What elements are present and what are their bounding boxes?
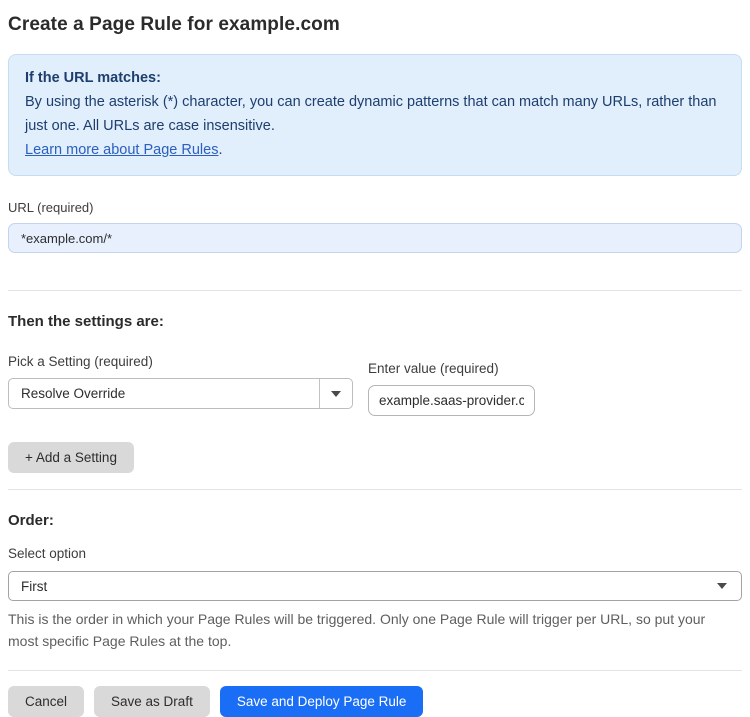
setting-select-arrow-button[interactable]: [319, 379, 352, 408]
url-match-info-box: If the URL matches: By using the asteris…: [8, 54, 742, 176]
setting-row: Pick a Setting (required) Resolve Overri…: [8, 354, 742, 416]
caret-down-icon: [331, 390, 341, 397]
footer-divider: [8, 670, 742, 671]
order-section-heading: Order:: [8, 512, 54, 529]
setting-value-label: Enter value (required): [368, 361, 499, 376]
order-help-text: This is the order in which your Page Rul…: [8, 611, 706, 649]
caret-down-icon: [717, 583, 727, 589]
learn-more-link[interactable]: Learn more about Page Rules: [25, 142, 218, 158]
setting-value-input[interactable]: [368, 385, 535, 416]
info-box-link-line: Learn more about Page Rules.: [25, 138, 725, 162]
section-divider: [8, 290, 742, 291]
page-rule-form: Create a Page Rule for example.com If th…: [0, 0, 750, 717]
section-divider: [8, 489, 742, 490]
url-input[interactable]: [8, 223, 742, 253]
setting-select[interactable]: Resolve Override: [8, 378, 353, 409]
setting-picker-column: Pick a Setting (required) Resolve Overri…: [8, 354, 353, 416]
order-select-label: Select option: [8, 546, 87, 561]
settings-section-heading: Then the settings are:: [8, 313, 164, 330]
url-field-label: URL (required): [8, 200, 94, 215]
page-title: Create a Page Rule for example.com: [8, 14, 340, 35]
info-box-heading: If the URL matches:: [25, 70, 161, 86]
order-select[interactable]: First: [8, 571, 742, 601]
setting-picker-label: Pick a Setting (required): [8, 354, 153, 369]
link-suffix: .: [218, 142, 223, 158]
add-setting-button[interactable]: + Add a Setting: [8, 442, 134, 473]
info-box-body: By using the asterisk (*) character, you…: [25, 94, 717, 134]
order-select-value: First: [21, 578, 48, 594]
setting-select-value: Resolve Override: [21, 386, 126, 401]
setting-value-column: Enter value (required): [368, 361, 535, 416]
